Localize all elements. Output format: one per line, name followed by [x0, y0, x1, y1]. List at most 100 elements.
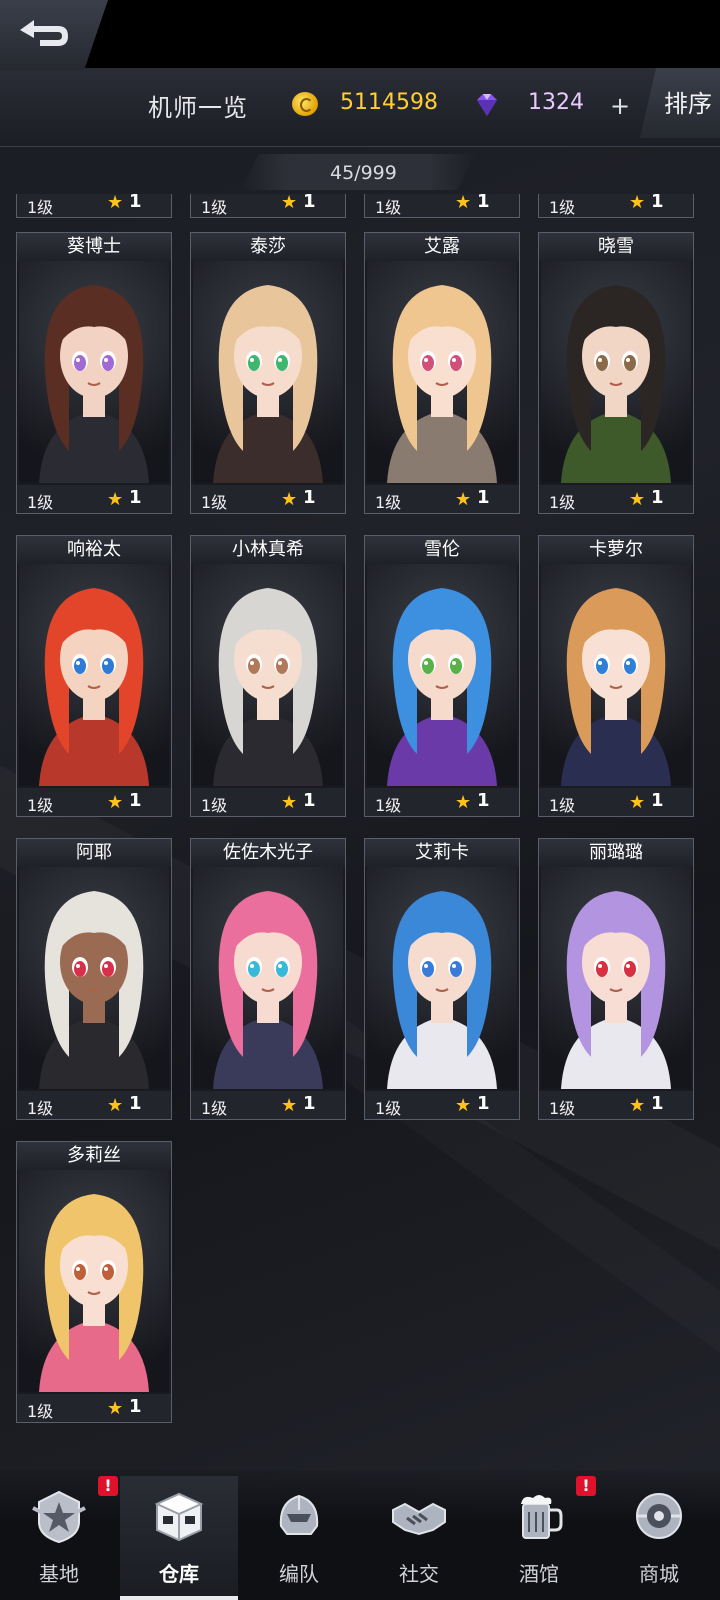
- star-icon: ★: [281, 1095, 298, 1116]
- pilot-portrait: [367, 867, 517, 1089]
- star-count: 1: [303, 191, 316, 212]
- level-label: 1级: [201, 1099, 228, 1118]
- pilot-portrait: [541, 564, 691, 786]
- pilot-card-partial[interactable]: 1级 ★ 1: [16, 191, 172, 218]
- star-count: 1: [129, 1093, 142, 1114]
- level-label: 1级: [375, 796, 402, 815]
- pilot-card-partial[interactable]: 1级 ★ 1: [190, 191, 346, 218]
- pilot-card-partial[interactable]: 1级 ★ 1: [538, 191, 694, 218]
- pilot-card[interactable]: 阿耶 1级 ★ 1: [16, 838, 172, 1120]
- star-count: 1: [129, 1396, 142, 1417]
- page-title: 机师一览: [148, 94, 248, 122]
- add-gems-button[interactable]: +: [606, 94, 634, 120]
- star-count: 1: [651, 1093, 664, 1114]
- base-icon: [32, 1490, 86, 1544]
- star-count: 1: [129, 790, 142, 811]
- tab-label: 基地: [39, 1562, 79, 1586]
- tab-shop[interactable]: 商城: [600, 1476, 718, 1600]
- pilot-name: 响裕太: [17, 536, 171, 564]
- pilot-card[interactable]: 响裕太 1级 ★ 1: [16, 535, 172, 817]
- pilot-card[interactable]: 艾莉卡 1级 ★ 1: [364, 838, 520, 1120]
- star-count: 1: [651, 191, 664, 212]
- pilot-portrait: [367, 564, 517, 786]
- star-count: 1: [651, 790, 664, 811]
- level-label: 1级: [549, 796, 576, 815]
- star-icon: ★: [629, 792, 646, 813]
- tab-label: 编队: [279, 1562, 319, 1586]
- pilot-card[interactable]: 葵博士 1级 ★ 1: [16, 232, 172, 514]
- star-icon: ★: [455, 792, 472, 813]
- gem-icon: [477, 94, 497, 116]
- pilot-portrait: [367, 261, 517, 483]
- star-count: 1: [477, 487, 490, 508]
- star-count: 1: [477, 1093, 490, 1114]
- tab-label: 酒馆: [519, 1562, 559, 1586]
- pilot-portrait: [193, 261, 343, 483]
- tab-label: 商城: [639, 1562, 679, 1586]
- tab-social[interactable]: 社交: [360, 1476, 478, 1600]
- gem-amount: 1324: [528, 90, 584, 115]
- star-icon: ★: [107, 192, 124, 213]
- star-icon: ★: [107, 792, 124, 813]
- star-count: 1: [303, 1093, 316, 1114]
- tab-warehouse[interactable]: 仓库: [120, 1476, 238, 1600]
- pilot-card[interactable]: 艾露 1级 ★ 1: [364, 232, 520, 514]
- tab-base[interactable]: 基地 !: [0, 1476, 118, 1600]
- pilot-card[interactable]: 丽璐璐 1级 ★ 1: [538, 838, 694, 1120]
- pilot-name: 小林真希: [191, 536, 345, 564]
- star-icon: ★: [629, 1095, 646, 1116]
- level-label: 1级: [375, 1099, 402, 1118]
- shop-icon: [636, 1493, 682, 1539]
- pilot-portrait: [19, 1170, 169, 1392]
- back-arrow-icon: [20, 20, 68, 46]
- pilot-name: 卡萝尔: [539, 536, 693, 564]
- level-label: 1级: [375, 198, 402, 217]
- pilot-card[interactable]: 佐佐木光子 1级 ★ 1: [190, 838, 346, 1120]
- pilot-portrait: [19, 261, 169, 483]
- pilot-card-partial[interactable]: 1级 ★ 1: [364, 191, 520, 218]
- star-icon: ★: [107, 1095, 124, 1116]
- star-icon: ★: [107, 1398, 124, 1419]
- star-icon: ★: [455, 1095, 472, 1116]
- level-label: 1级: [201, 493, 228, 512]
- star-count: 1: [129, 191, 142, 212]
- pilot-card[interactable]: 雪伦 1级 ★ 1: [364, 535, 520, 817]
- pilot-portrait: [541, 261, 691, 483]
- notification-badge: !: [576, 1476, 596, 1496]
- star-count: 1: [303, 487, 316, 508]
- level-label: 1级: [549, 198, 576, 217]
- pilot-card[interactable]: 泰莎 1级 ★ 1: [190, 232, 346, 514]
- pilot-card[interactable]: 多莉丝 1级 ★ 1: [16, 1141, 172, 1423]
- level-label: 1级: [375, 493, 402, 512]
- pilot-count: 45/999: [330, 162, 397, 184]
- gold-coin-icon: [292, 92, 318, 116]
- pilot-name: 艾露: [365, 233, 519, 261]
- sort-label[interactable]: 排序: [664, 84, 712, 119]
- level-label: 1级: [27, 1402, 54, 1421]
- tab-tavern[interactable]: 酒馆 !: [480, 1476, 598, 1600]
- star-icon: ★: [107, 489, 124, 510]
- pilot-card[interactable]: 晓雪 1级 ★ 1: [538, 232, 694, 514]
- star-icon: ★: [629, 489, 646, 510]
- warehouse-icon: [154, 1492, 204, 1542]
- gold-amount: 5114598: [340, 90, 438, 115]
- star-count: 1: [477, 191, 490, 212]
- status-bar: [0, 0, 720, 68]
- pilot-card[interactable]: 卡萝尔 1级 ★ 1: [538, 535, 694, 817]
- beer-mug-icon: [521, 1495, 563, 1539]
- pilot-portrait: [19, 564, 169, 786]
- pilot-name: 泰莎: [191, 233, 345, 261]
- pilot-name: 阿耶: [17, 839, 171, 867]
- level-label: 1级: [27, 1099, 54, 1118]
- level-label: 1级: [549, 493, 576, 512]
- pilot-card[interactable]: 小林真希 1级 ★ 1: [190, 535, 346, 817]
- level-label: 1级: [27, 198, 54, 217]
- tab-formation[interactable]: 编队: [240, 1476, 358, 1600]
- star-icon: ★: [455, 192, 472, 213]
- pilot-name: 雪伦: [365, 536, 519, 564]
- level-label: 1级: [549, 1099, 576, 1118]
- star-icon: ★: [455, 489, 472, 510]
- pilot-name: 佐佐木光子: [191, 839, 345, 867]
- level-label: 1级: [201, 198, 228, 217]
- star-icon: ★: [281, 489, 298, 510]
